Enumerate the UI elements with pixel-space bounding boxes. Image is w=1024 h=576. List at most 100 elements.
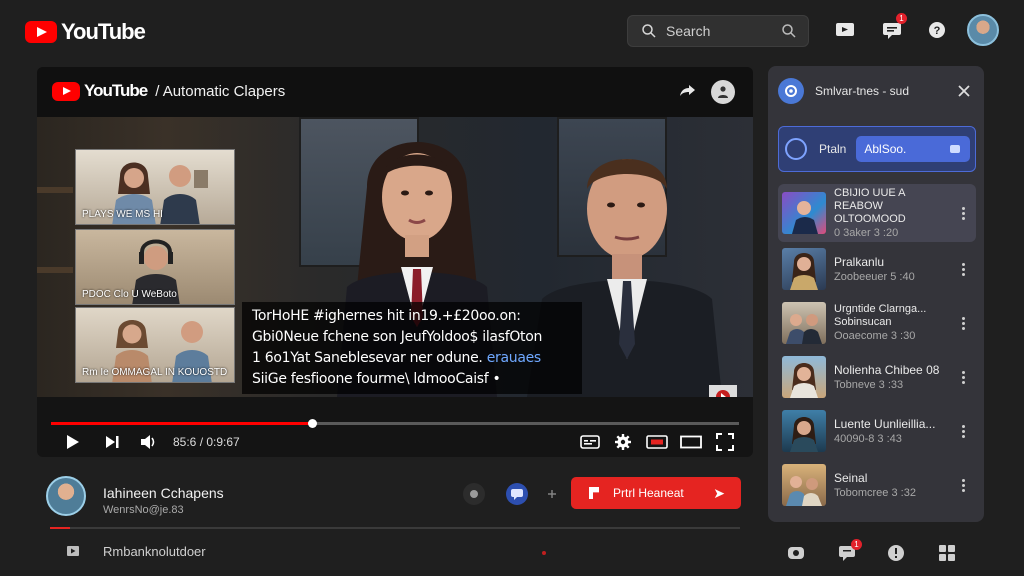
video-thumbnail	[782, 356, 826, 398]
video-meta: Tobneve 3 :33	[834, 378, 904, 391]
messages-badge: 1	[851, 539, 862, 550]
more-options-icon[interactable]	[956, 475, 970, 495]
video-title: Pralkanlu	[834, 254, 885, 269]
more-options-icon[interactable]	[956, 203, 970, 223]
top-header: YouTube Search 1 ?	[0, 0, 1024, 60]
more-options-icon[interactable]	[956, 313, 970, 333]
channel-subscribers: WenrsNo@je.83	[103, 504, 184, 516]
create-icon[interactable]	[833, 18, 857, 42]
play-icon[interactable]	[62, 432, 82, 452]
video-thumbnail	[782, 248, 826, 290]
notifications-icon[interactable]: 1	[880, 13, 907, 42]
account-avatar[interactable]	[967, 14, 999, 46]
live-logo-icon	[709, 385, 737, 397]
video-title: / Automatic Clapers	[155, 82, 286, 100]
volume-icon[interactable]	[139, 432, 159, 452]
bottom-section-label[interactable]: Rmbanknolutdoer	[103, 544, 206, 559]
filter-label: Ptaln	[819, 142, 847, 156]
caption-box: TorHoHE #ighernes hit in19.+£20oo.on: Gb…	[242, 302, 582, 394]
filter-value: AblSoo.	[864, 142, 907, 156]
video-thumbnail	[782, 464, 826, 506]
reload-icon[interactable]	[786, 543, 806, 563]
playlist-icon[interactable]	[67, 545, 81, 557]
search-bar[interactable]: Search	[627, 15, 809, 47]
divider-accent	[50, 527, 70, 529]
panel-header: Smlvar-tnes - sud	[778, 77, 974, 105]
video-player[interactable]: YouTube / Automatic Clapers PLAYS WE MS …	[37, 67, 753, 457]
video-meta: 40090-8 3 :43	[834, 432, 902, 445]
player-controls: 85:6 / 0:9:67	[37, 427, 753, 457]
progress-bar[interactable]	[51, 419, 739, 428]
flag-icon	[589, 487, 599, 499]
messages-icon[interactable]: 1	[837, 539, 862, 563]
fullscreen-icon[interactable]	[715, 432, 735, 452]
next-icon[interactable]	[102, 432, 122, 452]
caption-highlight: erauaes	[486, 350, 542, 366]
video-thumbnail	[782, 302, 826, 344]
caption-line-text: 1 6o1Yat Saneblesevar ner odune.	[252, 350, 487, 366]
video-frame: PLAYS WE MS HI PDOC Clo U WeBoto Rm Ie O…	[37, 117, 753, 397]
subscribe-button[interactable]: Prtrl Heaneat ➤	[571, 477, 741, 509]
caption-line: SiiGe fesfioone fourme\ ldmooCaisf •	[252, 371, 501, 387]
help-icon[interactable]: ?	[925, 18, 949, 42]
video-meta: Tobomcree 3 :32	[834, 486, 916, 499]
info-circle-icon[interactable]	[886, 543, 906, 563]
captions-icon[interactable]	[580, 432, 600, 452]
more-options-icon[interactable]	[956, 367, 970, 387]
panel-filter[interactable]: Ptaln AblSoo.	[778, 126, 976, 172]
subscribe-button-label: Prtrl Heaneat	[613, 486, 684, 500]
settings-gear-icon[interactable]	[613, 432, 633, 452]
recommended-video[interactable]: Urgntide Clarnga... Sobinsucan Ooaecome …	[778, 294, 976, 352]
like-icon[interactable]	[463, 483, 485, 505]
recommended-video[interactable]: Nolienha Chibee 08 Tobneve 3 :33	[778, 348, 976, 406]
svg-text:?: ?	[934, 25, 941, 37]
video-title: CBIJIO UUE A REABOW	[834, 186, 905, 212]
video-meta: Ooaecome 3 :30	[834, 330, 916, 342]
filter-search-icon[interactable]	[948, 142, 962, 156]
participant-cam: PLAYS WE MS HI	[75, 149, 235, 225]
search-icon	[642, 24, 656, 38]
more-options-icon[interactable]	[956, 421, 970, 441]
theater-mode-icon[interactable]	[679, 432, 703, 452]
video-thumbnail	[782, 410, 826, 452]
more-options-icon[interactable]	[956, 259, 970, 279]
add-icon[interactable]	[541, 483, 563, 505]
video-title: Seinal	[834, 470, 868, 485]
caption-line: 1 6o1Yat Saneblesevar ner odune. erauaes	[252, 348, 572, 369]
search-input[interactable]: Search	[666, 23, 780, 39]
player-brand: YouTube / Automatic Clapers	[52, 81, 285, 101]
share-icon[interactable]	[675, 80, 699, 104]
recommendations-panel: Smlvar-tnes - sud Ptaln AblSoo. CBIJIO U…	[768, 66, 984, 522]
apps-grid-icon[interactable]	[937, 543, 957, 563]
youtube-play-mark-icon	[25, 21, 57, 43]
participant-label: PLAYS WE MS HI	[82, 209, 163, 220]
channel-avatar[interactable]	[46, 476, 86, 516]
participant-label: PDOC Clo U WeBoto	[82, 289, 177, 300]
youtube-logo[interactable]: YouTube	[25, 19, 146, 45]
video-subtitle: OLTOOMOOD	[834, 212, 906, 225]
info-icon[interactable]	[711, 80, 735, 104]
close-icon[interactable]	[954, 81, 974, 101]
search-submit-icon[interactable]	[780, 22, 798, 40]
video-meta: 0 3aker 3 :20	[834, 226, 899, 239]
time-display: 85:6 / 0:9:67	[173, 435, 240, 449]
miniplayer-icon[interactable]	[645, 432, 669, 452]
participant-label: Rm Ie OMMAGAL IN KOUOSTD	[82, 367, 228, 378]
recommended-video[interactable]: Luente Uunlieillia... 40090-8 3 :43	[778, 402, 976, 460]
arrow-right-icon: ➤	[713, 484, 725, 501]
video-meta: Zoobeeuer 5 :40	[834, 270, 915, 283]
recommended-video[interactable]: CBIJIO UUE A REABOW OLTOOMOOD 0 3aker 3 …	[778, 184, 976, 242]
status-dot	[542, 551, 546, 555]
recommended-video[interactable]: Seinal Tobomcree 3 :32	[778, 456, 976, 514]
participant-cam: PDOC Clo U WeBoto	[75, 229, 235, 305]
filter-input[interactable]: AblSoo.	[856, 136, 971, 162]
player-title-bar: YouTube / Automatic Clapers	[37, 67, 753, 117]
divider	[50, 527, 740, 529]
video-title: Luente Uunlieillia...	[834, 416, 936, 431]
youtube-play-mark-icon	[52, 81, 80, 101]
logo-text: YouTube	[61, 19, 146, 44]
recommended-video[interactable]: Pralkanlu Zoobeeuer 5 :40	[778, 240, 976, 298]
video-thumbnail	[782, 192, 826, 234]
comment-icon[interactable]	[506, 483, 528, 505]
channel-name[interactable]: Iahineen Cchapens	[103, 485, 224, 501]
